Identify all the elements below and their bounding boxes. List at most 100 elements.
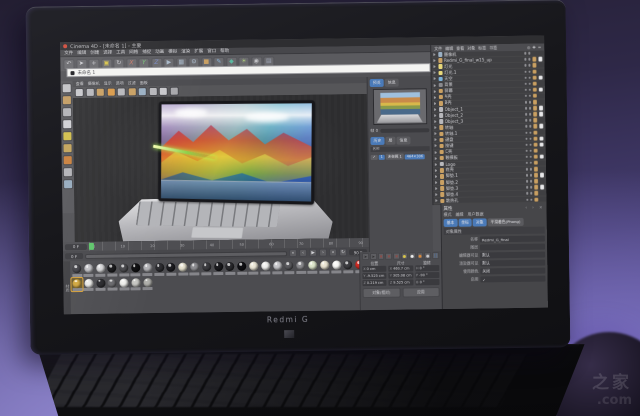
- material-swatch[interactable]: [177, 262, 188, 276]
- editor-visibility-dot-icon[interactable]: [524, 70, 527, 73]
- material-swatch[interactable]: [154, 262, 165, 276]
- viewport-tool-icon[interactable]: [148, 87, 157, 96]
- attribute-value-field[interactable]: ✓: [480, 276, 545, 282]
- material-tag-icon[interactable]: [534, 197, 539, 202]
- expand-arrow-icon[interactable]: [435, 157, 438, 160]
- phong-tag-icon[interactable]: [538, 87, 543, 92]
- editor-visibility-dot-icon[interactable]: [526, 192, 529, 195]
- coordinate-field[interactable]: Y305.08 cm: [389, 272, 413, 278]
- editor-visibility-dot-icon[interactable]: [524, 95, 527, 98]
- viewport-tool-icon[interactable]: [96, 88, 105, 97]
- menu-item[interactable]: 渲染: [181, 48, 190, 54]
- points-mode-icon[interactable]: [62, 131, 72, 141]
- polygons-mode-icon[interactable]: [63, 155, 73, 165]
- transport-button[interactable]: ›: [319, 249, 327, 257]
- model-mode-icon[interactable]: [62, 95, 72, 105]
- material-tag-icon[interactable]: [533, 142, 538, 147]
- snap-icon[interactable]: ➤: [370, 253, 377, 260]
- expand-arrow-icon[interactable]: [435, 193, 438, 196]
- material-tag-icon[interactable]: [532, 69, 537, 74]
- om-menu-item[interactable]: 编辑: [445, 45, 453, 51]
- phong-tag-icon[interactable]: [539, 112, 544, 117]
- editor-visibility-dot-icon[interactable]: [526, 198, 529, 201]
- render-visibility-dot-icon[interactable]: [529, 174, 532, 177]
- expand-arrow-icon[interactable]: [433, 65, 436, 68]
- expand-arrow-icon[interactable]: [433, 59, 436, 62]
- editor-visibility-dot-icon[interactable]: [525, 174, 528, 177]
- phong-tag-icon[interactable]: [539, 136, 544, 141]
- menu-item[interactable]: 编辑: [77, 50, 86, 56]
- viewport-tool-icon[interactable]: [75, 88, 84, 97]
- viewport-tool-icon[interactable]: [117, 87, 126, 96]
- material-swatch[interactable]: [83, 277, 94, 291]
- material-tag-icon[interactable]: [533, 130, 538, 135]
- snap-icon[interactable]: ➤: [362, 253, 369, 260]
- expand-arrow-icon[interactable]: [435, 187, 438, 190]
- render-visibility-dot-icon[interactable]: [530, 186, 533, 189]
- viewport-tool-icon[interactable]: [106, 88, 115, 97]
- material-tag-icon[interactable]: [533, 112, 538, 117]
- render-visibility-dot-icon[interactable]: [529, 143, 532, 146]
- render-visibility-dot-icon[interactable]: [529, 113, 532, 116]
- expand-arrow-icon[interactable]: [435, 199, 438, 202]
- render-row-check[interactable]: ✓: [371, 154, 378, 159]
- render-visibility-dot-icon[interactable]: [529, 131, 532, 134]
- material-swatch[interactable]: [295, 260, 306, 274]
- material-swatch[interactable]: [248, 261, 259, 275]
- phong-tag-icon[interactable]: [539, 173, 544, 178]
- editor-visibility-dot-icon[interactable]: [525, 137, 528, 140]
- render-visibility-dot-icon[interactable]: [528, 52, 531, 55]
- material-tag-icon[interactable]: [532, 63, 537, 68]
- viewport-menu-item[interactable]: 选项: [116, 80, 124, 86]
- expand-arrow-icon[interactable]: [435, 175, 438, 178]
- material-swatch[interactable]: [119, 277, 130, 291]
- snap-icon[interactable]: []: [432, 252, 439, 259]
- material-swatch[interactable]: [319, 260, 330, 274]
- expand-arrow-icon[interactable]: [434, 102, 437, 105]
- material-tag-icon[interactable]: [533, 167, 538, 172]
- editor-visibility-dot-icon[interactable]: [526, 186, 529, 189]
- material-tag-icon[interactable]: [532, 100, 537, 105]
- coordinate-field[interactable]: X460.7 cm: [389, 265, 413, 271]
- om-tool-icon[interactable]: ≡: [538, 45, 541, 50]
- expand-arrow-icon[interactable]: [435, 145, 438, 148]
- material-swatch[interactable]: [142, 277, 153, 291]
- coordinate-field[interactable]: X0 cm: [362, 266, 386, 272]
- render-visibility-dot-icon[interactable]: [528, 101, 531, 104]
- render-visibility-dot-icon[interactable]: [529, 156, 532, 159]
- expand-arrow-icon[interactable]: [434, 126, 437, 129]
- material-swatch[interactable]: [118, 262, 129, 276]
- om-menu-item[interactable]: 查看: [456, 45, 464, 51]
- editor-visibility-dot-icon[interactable]: [524, 64, 527, 67]
- attribute-value-field[interactable]: [480, 244, 545, 250]
- attribute-header-icons[interactable]: ‹ › ×: [525, 205, 544, 210]
- snap-toggle-icon[interactable]: [63, 179, 73, 189]
- attribute-value-field[interactable]: Redmi_G_final: [480, 236, 545, 242]
- material-tag-icon[interactable]: [533, 136, 538, 141]
- material-tag-icon[interactable]: [532, 75, 537, 80]
- menu-item[interactable]: 扩展: [194, 48, 203, 54]
- viewport-tool-icon[interactable]: [127, 87, 136, 96]
- render-visibility-dot-icon[interactable]: [530, 198, 533, 201]
- render-visibility-dot-icon[interactable]: [529, 107, 532, 110]
- expand-arrow-icon[interactable]: [435, 151, 438, 154]
- material-swatch[interactable]: [83, 263, 94, 277]
- viewport-menu-item[interactable]: 显示: [104, 81, 112, 87]
- editor-visibility-dot-icon[interactable]: [524, 101, 527, 104]
- editor-visibility-dot-icon[interactable]: [525, 131, 528, 134]
- phong-tag-icon[interactable]: [538, 75, 543, 80]
- workplane-mode-icon[interactable]: [62, 119, 72, 129]
- coordinate-action-button[interactable]: 应用: [402, 287, 440, 298]
- attribute-menu-item[interactable]: 模式: [444, 212, 452, 218]
- material-tag-icon[interactable]: [533, 161, 538, 166]
- material-swatch[interactable]: [130, 262, 141, 276]
- attribute-tab-button[interactable]: 对象: [473, 218, 487, 226]
- history-tab[interactable]: 信息: [396, 136, 410, 144]
- snap-icon[interactable]: ●: [424, 252, 431, 259]
- material-tag-icon[interactable]: [532, 57, 537, 62]
- expand-arrow-icon[interactable]: [433, 53, 436, 56]
- render-visibility-dot-icon[interactable]: [528, 95, 531, 98]
- texture-mode-icon[interactable]: [62, 107, 72, 117]
- viewport-menu-item[interactable]: 摄像机: [88, 81, 100, 87]
- coordinate-field[interactable]: P-90 °: [415, 272, 439, 278]
